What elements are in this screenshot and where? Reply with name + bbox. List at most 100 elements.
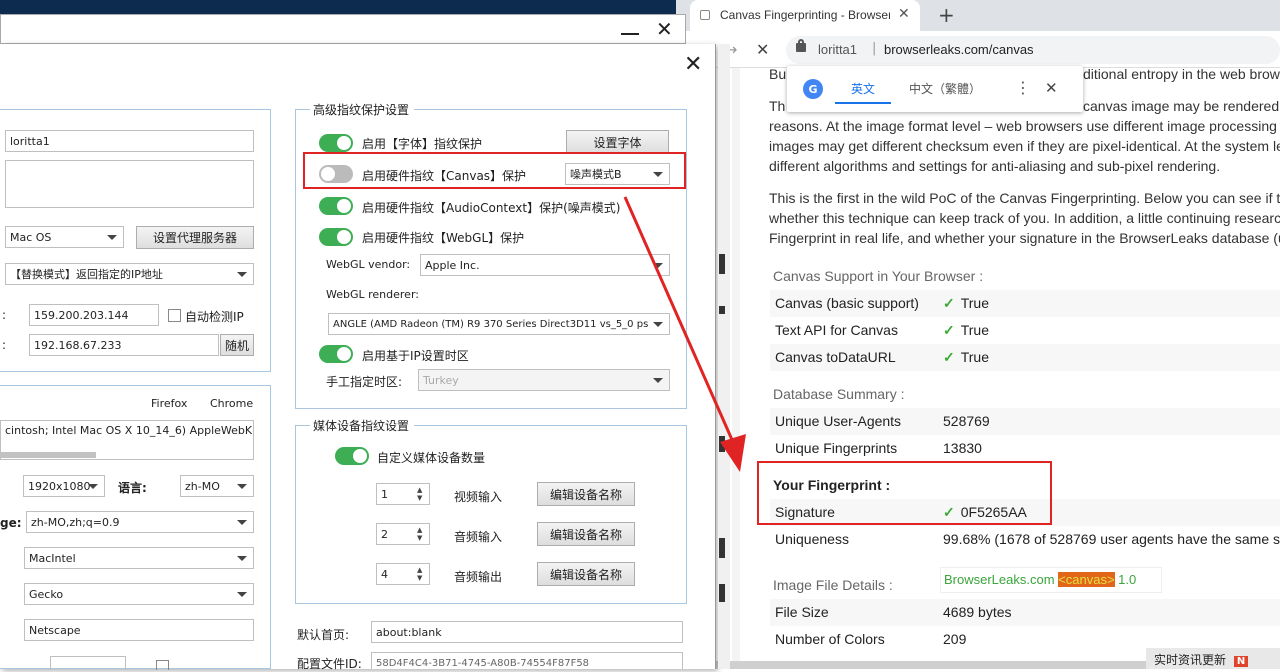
para1-prefix: Th	[769, 98, 786, 114]
intro-prefix: Bu	[769, 66, 787, 82]
public-ip-input[interactable]: 159.200.203.144	[29, 304, 159, 326]
url-domain: browserleaks.com/canvas	[884, 42, 1034, 57]
file-size-key: File Size	[775, 604, 829, 620]
edit-video-device-button[interactable]: 编辑设备名称	[537, 482, 635, 506]
media-custom-toggle[interactable]	[335, 447, 369, 465]
app-name-input[interactable]: Netscape	[24, 619, 254, 641]
stop-icon[interactable]: ✕	[756, 40, 769, 59]
font-protect-label: 启用【字体】指纹保护	[362, 137, 483, 151]
local-ip-input[interactable]: 192.168.67.233	[29, 334, 219, 356]
news-widget[interactable]: 实时资讯更新 N	[1146, 648, 1280, 669]
translate-popup: G 英文 中文（繁體） ⋮ ✕	[787, 66, 1083, 112]
support-key: Canvas (basic support)	[775, 295, 919, 311]
check-icon: ✓	[943, 322, 955, 338]
audio-output-label: 音频输出	[454, 570, 503, 584]
audio-output-spinner[interactable]: 4 ▲ ▼	[376, 563, 430, 585]
lang-tab-chinese[interactable]: 中文（繁體）	[909, 80, 981, 97]
video-input-spinner[interactable]: 1 ▲ ▼	[376, 483, 430, 505]
para1-line1: canvas image may be rendered d	[1083, 98, 1280, 114]
tab-canvas-fingerprinting[interactable]: Canvas Fingerprinting - BrowserL ✕	[690, 0, 920, 31]
news-badge: N	[1233, 656, 1249, 667]
para1-line4: different algorithms and settings for an…	[769, 158, 1221, 174]
bg-close-icon[interactable]: ✕	[656, 17, 673, 41]
dialog-close-icon[interactable]: ✕	[684, 52, 702, 77]
check-icon: ✓	[943, 295, 955, 311]
local-ip-label: :	[2, 338, 7, 352]
colors-key: Number of Colors	[775, 631, 885, 647]
minimize-icon[interactable]	[621, 33, 639, 35]
more-icon[interactable]: ⋮	[1015, 78, 1031, 97]
timezone-label: 启用基于IP设置时区	[362, 349, 469, 363]
language-select[interactable]: zh-MO	[180, 475, 254, 497]
edit-audio-input-button[interactable]: 编辑设备名称	[537, 522, 635, 546]
support-row-2: Text API for Canvas ✓ True	[770, 317, 1280, 344]
font-protect-toggle[interactable]	[319, 134, 353, 152]
url-separator: |	[872, 41, 877, 56]
lock-shackle-icon	[798, 39, 804, 45]
homepage-input[interactable]: about:blank	[371, 621, 683, 643]
colors-value: 209	[943, 631, 967, 647]
spinner-arrows-icon[interactable]: ▲ ▼	[417, 526, 427, 542]
os-select[interactable]: Mac OS	[5, 226, 124, 248]
audio-protect-label: 启用硬件指纹【AudioContext】保护(噪声模式)	[362, 201, 621, 215]
set-font-button[interactable]: 设置字体	[566, 130, 669, 154]
uniqueness-row: Uniqueness 99.68% (1678 of 528769 user ag…	[770, 526, 1280, 553]
media-custom-label: 自定义媒体设备数量	[377, 451, 486, 465]
support-row-3: Canvas toDataURL ✓ True	[770, 344, 1280, 371]
lang-tab-english[interactable]: 英文	[851, 80, 875, 97]
webgl-protect-label: 启用硬件指纹【WebGL】保护	[362, 231, 525, 245]
highlight-fingerprint	[757, 461, 1052, 525]
spinner-arrows-icon[interactable]: ▲ ▼	[417, 486, 427, 502]
public-ip-label: :	[2, 308, 7, 322]
ip-mode-select[interactable]: 【替换模式】返回指定的IP地址	[5, 263, 254, 285]
advanced-group-title-text: 高级指纹保护设置	[313, 103, 410, 117]
webgl-protect-toggle[interactable]	[319, 228, 353, 246]
image-text-b: <canvas>	[1058, 572, 1115, 587]
support-key: Canvas toDataURL	[775, 349, 896, 365]
para1-line2: reasons. At the image format level – web…	[769, 118, 1277, 134]
bottom-partial-input[interactable]	[50, 656, 126, 670]
lang-tab-underline	[835, 102, 891, 104]
chrome-label[interactable]: Chrome	[210, 397, 253, 410]
config-id-input[interactable]: 58D4F4C4-3B71-4745-A80B-74554F87F58	[371, 652, 683, 669]
support-value: ✓ True	[943, 322, 990, 338]
engine-select[interactable]: Gecko	[24, 583, 254, 605]
support-key: Text API for Canvas	[775, 322, 898, 338]
para2-line3: Fingerprint in real life, and whether yo…	[769, 230, 1280, 246]
db-row-2: Unique Fingerprints 13830	[770, 435, 1280, 462]
resolution-select[interactable]: 1920x1080	[23, 475, 105, 497]
accept-language-select[interactable]: zh-MO,zh;q=0.9	[26, 511, 254, 533]
tab-close-icon[interactable]: ✕	[898, 6, 910, 22]
para2-line2: whether this technique can keep track of…	[769, 210, 1280, 226]
media-group-title: 媒体设备指纹设置	[313, 419, 410, 433]
db-section-title: Database Summary :	[773, 386, 905, 402]
auto-detect-checkbox[interactable]	[168, 309, 181, 322]
intro-suffix: ditional entropy in the web brows	[1083, 66, 1280, 82]
audio-protect-toggle[interactable]	[319, 197, 353, 215]
translate-close-icon[interactable]: ✕	[1045, 79, 1058, 97]
support-section-title: Canvas Support in Your Browser :	[773, 268, 984, 284]
db-key: Unique Fingerprints	[775, 440, 898, 456]
image-text-a: BrowserLeaks.com	[944, 572, 1055, 587]
image-text-c: 1.0	[1118, 572, 1137, 587]
proxy-button[interactable]: 设置代理服务器	[136, 226, 254, 249]
page-icon	[700, 10, 710, 20]
support-row-1: Canvas (basic support) ✓ True	[770, 290, 1280, 317]
file-size-value: 4689 bytes	[943, 604, 1012, 620]
address-bar[interactable]: loritta1 | browserleaks.com/canvas	[786, 36, 1280, 64]
platform-select[interactable]: MacIntel	[24, 547, 254, 569]
profile-name-input[interactable]: loritta1	[5, 130, 254, 152]
db-value: 528769	[943, 413, 990, 429]
new-tab-button[interactable]: +	[938, 3, 955, 27]
background-window: ✕	[0, 14, 686, 44]
audio-input-spinner[interactable]: 2 ▲ ▼	[376, 523, 430, 545]
firefox-label[interactable]: Firefox	[151, 397, 187, 410]
timezone-toggle[interactable]	[319, 345, 353, 363]
notes-textarea[interactable]	[5, 160, 254, 208]
config-id-label: 配置文件ID:	[297, 657, 362, 671]
random-button[interactable]: 随机	[220, 334, 254, 356]
spinner-arrows-icon[interactable]: ▲ ▼	[417, 566, 427, 582]
edit-audio-output-button[interactable]: 编辑设备名称	[537, 562, 635, 586]
webgl-renderer-label: WebGL renderer:	[326, 288, 419, 301]
ua-scrollbar[interactable]	[0, 452, 96, 458]
